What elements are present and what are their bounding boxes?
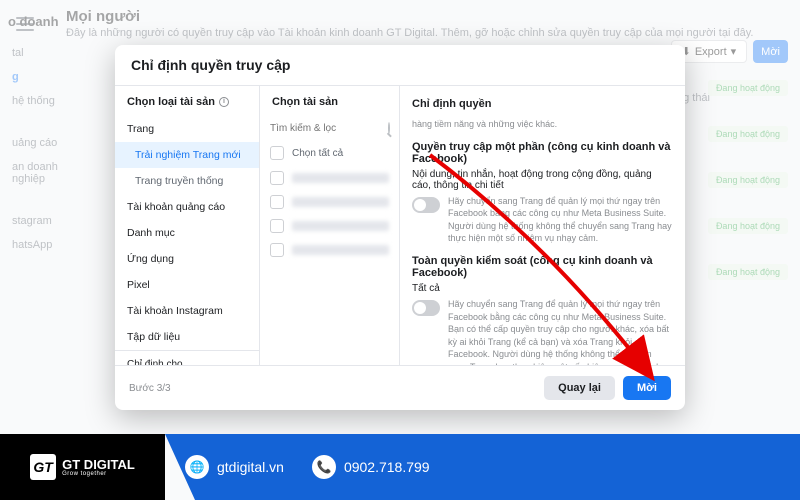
section-description: Hãy chuyển sang Trang để quản lý mọi thứ…	[448, 195, 673, 245]
asset-type-item[interactable]: Tài khoản quảng cáo	[115, 194, 259, 220]
brand-footer: GT GT DIGITAL Grow together 🌐 gtdigital.…	[0, 434, 800, 500]
search-input[interactable]	[270, 123, 382, 134]
back-button[interactable]: Quay lại	[544, 376, 615, 400]
phone-contact[interactable]: 📞 0902.718.799	[312, 455, 430, 479]
section-title: Quyền truy cập một phần (công cụ kinh do…	[412, 141, 673, 165]
asset-type-item[interactable]: Trải nghiệm Trang mới	[115, 142, 259, 168]
column-header: Chỉ định quyền	[412, 94, 673, 118]
checkbox[interactable]	[270, 146, 284, 160]
modal-title: Chỉ định quyền truy cập	[131, 57, 669, 73]
select-all-label: Chọn tất cả	[292, 148, 343, 159]
asset-item	[260, 238, 399, 262]
partial-access-section: Quyền truy cập một phần (công cụ kinh do…	[412, 141, 673, 245]
modal-header: Chỉ định quyền truy cập	[115, 45, 685, 86]
search-row	[260, 116, 399, 140]
asset-item	[260, 166, 399, 190]
assign-access-modal: Chỉ định quyền truy cập Chọn loại tài sả…	[115, 45, 685, 410]
assign-to-box: Chỉ định cho @gmail.com Toàn quyền kiểm …	[115, 350, 259, 365]
step-indicator: Bước 3/3	[129, 383, 171, 394]
search-icon[interactable]	[388, 122, 390, 134]
asset-item	[260, 190, 399, 214]
invite-button[interactable]: Mời	[623, 376, 671, 400]
logo-tagline: Grow together	[62, 471, 135, 477]
column-header: Chọn loại tài sảni	[115, 86, 259, 116]
asset-type-column: Chọn loại tài sảni Trang Trải nghiệm Tra…	[115, 86, 260, 365]
logo-icon: GT	[30, 454, 56, 480]
asset-type-item[interactable]: Pixel	[115, 272, 259, 298]
globe-icon: 🌐	[185, 455, 209, 479]
select-all-row[interactable]: Chọn tất cả	[260, 140, 399, 166]
column-header: Chọn tài sản	[260, 86, 399, 116]
asset-type-item[interactable]: Tài khoản Instagram	[115, 298, 259, 324]
asset-type-item[interactable]: Trang	[115, 116, 259, 142]
phone-icon: 📞	[312, 455, 336, 479]
toggle-switch[interactable]	[412, 197, 440, 213]
asset-select-column: Chọn tài sản Chọn tất cả	[260, 86, 400, 365]
asset-type-item[interactable]: Ứng dụng	[115, 246, 259, 272]
permissions-column: Chỉ định quyền hàng tiềm năng và những v…	[400, 86, 685, 365]
logo: GT GT DIGITAL Grow together	[30, 454, 135, 480]
section-description: Hãy chuyển sang Trang để quản lý mọi thứ…	[448, 298, 673, 365]
toggle-switch[interactable]	[412, 300, 440, 316]
full-control-section: Toàn quyền kiểm soát (công cụ kinh doanh…	[412, 255, 673, 365]
info-icon[interactable]: i	[219, 97, 229, 107]
modal-footer: Bước 3/3 Quay lại Mời	[115, 365, 685, 410]
section-title: Toàn quyền kiểm soát (công cụ kinh doanh…	[412, 255, 673, 279]
asset-item	[260, 214, 399, 238]
section-subtitle: Nội dung, tin nhắn, hoạt động trong cộng…	[412, 169, 673, 191]
asset-type-item[interactable]: Trang truyền thống	[115, 168, 259, 194]
logo-text: GT DIGITAL	[62, 458, 135, 471]
section-subtitle: Tất cả	[412, 283, 673, 294]
permission-desc: hàng tiềm năng và những việc khác.	[412, 118, 673, 131]
asset-type-item[interactable]: Tập dữ liệu	[115, 324, 259, 350]
website-contact[interactable]: 🌐 gtdigital.vn	[185, 455, 284, 479]
asset-type-item[interactable]: Danh mục	[115, 220, 259, 246]
